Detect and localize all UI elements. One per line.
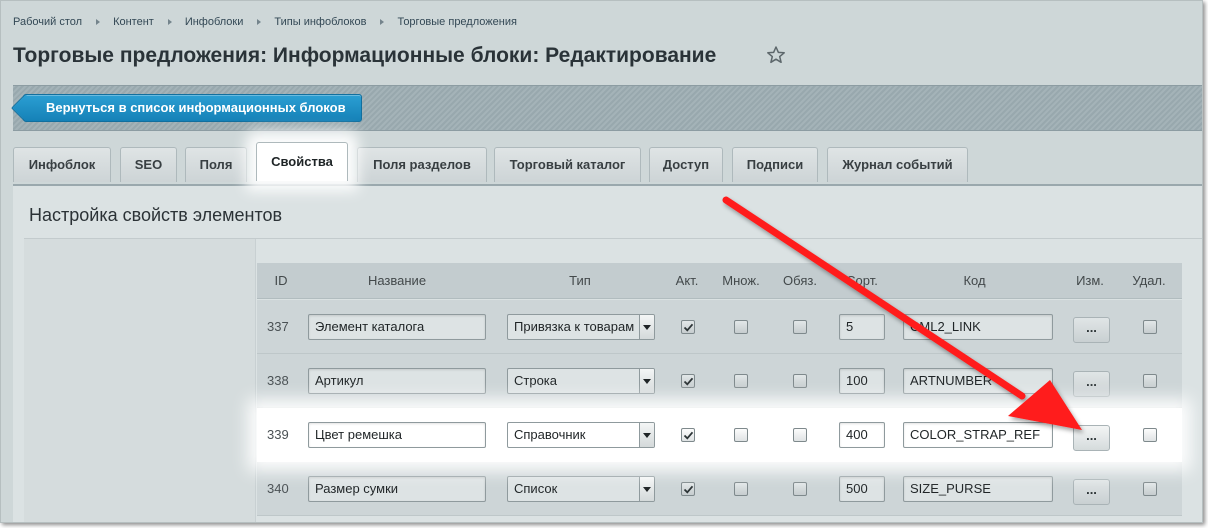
property-name-input[interactable]: Элемент каталога bbox=[308, 314, 486, 340]
property-name-input[interactable]: Артикул bbox=[308, 368, 486, 394]
back-to-list-button[interactable]: Вернуться в список информационных блоков bbox=[23, 94, 362, 122]
active-checkbox[interactable] bbox=[681, 482, 695, 496]
column-header-code: Код bbox=[963, 273, 986, 288]
chevron-down-icon bbox=[639, 369, 654, 393]
breadcrumb-item-iblocks[interactable]: Инфоблоки bbox=[185, 16, 244, 28]
code-input[interactable]: SIZE_PURSE bbox=[903, 476, 1053, 502]
tab-seo[interactable]: SEO bbox=[120, 147, 177, 182]
active-checkbox[interactable] bbox=[681, 428, 695, 442]
breadcrumb-separator-icon bbox=[167, 19, 172, 25]
property-name-input[interactable]: Размер сумки bbox=[308, 476, 486, 502]
properties-table: ID Название Тип Акт. Множ. Обяз. Сорт. К… bbox=[257, 263, 1182, 522]
check-mark-icon bbox=[683, 431, 694, 440]
required-checkbox[interactable] bbox=[793, 374, 807, 388]
property-type-value: Привязка к товарам bbox=[514, 319, 635, 334]
breadcrumb-separator-icon bbox=[257, 19, 262, 25]
multiple-checkbox[interactable] bbox=[734, 320, 748, 334]
multiple-checkbox[interactable] bbox=[734, 482, 748, 496]
breadcrumb-item-offers[interactable]: Торговые предложения bbox=[397, 16, 516, 28]
tab-properties[interactable]: Свойства bbox=[256, 142, 348, 181]
edit-property-button[interactable]: ... bbox=[1073, 317, 1110, 343]
edit-property-button[interactable]: ... bbox=[1073, 371, 1110, 397]
check-mark-icon bbox=[683, 485, 694, 494]
breadcrumb-separator-icon bbox=[380, 19, 385, 25]
tab-access[interactable]: Доступ bbox=[649, 147, 723, 182]
tab-captions[interactable]: Подписи bbox=[732, 147, 818, 182]
chevron-down-icon bbox=[639, 477, 654, 501]
breadcrumb-item-iblock-types[interactable]: Типы инфоблоков bbox=[274, 16, 366, 28]
sort-input[interactable]: 5 bbox=[839, 314, 885, 340]
column-header-name: Название bbox=[367, 273, 427, 288]
column-header-required: Обяз. bbox=[783, 273, 817, 288]
chevron-down-icon bbox=[639, 315, 654, 339]
property-id: 340 bbox=[267, 481, 289, 496]
check-mark-icon bbox=[683, 323, 694, 332]
column-header-edit: Изм. bbox=[1076, 273, 1104, 288]
multiple-checkbox[interactable] bbox=[734, 374, 748, 388]
table-row: 337 Элемент каталога Привязка к товарам … bbox=[257, 300, 1182, 354]
table-row: 338 Артикул Строка 100 ARTNUMBER ... bbox=[257, 354, 1182, 408]
left-spacer bbox=[24, 239, 256, 522]
star-icon[interactable] bbox=[766, 45, 786, 65]
table-header: ID Название Тип Акт. Множ. Обяз. Сорт. К… bbox=[257, 263, 1182, 299]
required-checkbox[interactable] bbox=[793, 320, 807, 334]
code-input[interactable]: ARTNUMBER bbox=[903, 368, 1053, 394]
property-id: 338 bbox=[267, 373, 289, 388]
active-checkbox[interactable] bbox=[681, 320, 695, 334]
property-type-value: Справочник bbox=[514, 427, 586, 442]
back-to-list-label: Вернуться в список информационных блоков bbox=[46, 100, 346, 115]
property-id: 337 bbox=[267, 319, 289, 334]
section-title: Настройка свойств элементов bbox=[29, 205, 283, 225]
column-header-delete: Удал. bbox=[1132, 273, 1166, 288]
property-type-select[interactable]: Привязка к товарам bbox=[507, 314, 655, 340]
sort-input[interactable]: 500 bbox=[839, 476, 885, 502]
active-checkbox[interactable] bbox=[681, 374, 695, 388]
code-input[interactable]: COLOR_STRAP_REF bbox=[903, 422, 1053, 448]
property-name-input[interactable]: Цвет ремешка bbox=[308, 422, 486, 448]
delete-checkbox[interactable] bbox=[1143, 482, 1157, 496]
column-header-sort: Сорт. bbox=[846, 273, 878, 288]
tab-trade-catalog[interactable]: Торговый каталог bbox=[494, 147, 641, 182]
delete-checkbox[interactable] bbox=[1143, 320, 1157, 334]
breadcrumb: Рабочий стол Контент Инфоблоки Типы инфо… bbox=[13, 15, 517, 29]
property-type-value: Строка bbox=[514, 373, 558, 388]
tab-infoblock[interactable]: Инфоблок bbox=[13, 147, 111, 182]
edit-property-button[interactable]: ... bbox=[1073, 479, 1110, 505]
table-row: 340 Размер сумки Список 500 SIZE_PURSE .… bbox=[257, 462, 1182, 516]
breadcrumb-item-desktop[interactable]: Рабочий стол bbox=[13, 16, 82, 28]
property-type-select[interactable]: Строка bbox=[507, 368, 655, 394]
breadcrumb-separator-icon bbox=[96, 19, 101, 25]
sort-input[interactable]: 400 bbox=[839, 422, 885, 448]
table-row-highlighted: 339 Цвет ремешка Справочник 400 COLOR_ST… bbox=[257, 408, 1182, 462]
tab-fields[interactable]: Поля bbox=[185, 147, 247, 182]
required-checkbox[interactable] bbox=[793, 482, 807, 496]
column-header-active: Акт. bbox=[675, 273, 699, 288]
column-header-id: ID bbox=[274, 273, 288, 288]
column-header-type: Тип bbox=[569, 273, 591, 288]
property-type-select[interactable]: Справочник bbox=[507, 422, 655, 448]
required-checkbox[interactable] bbox=[793, 428, 807, 442]
admin-window: Рабочий стол Контент Инфоблоки Типы инфо… bbox=[0, 0, 1203, 523]
code-input[interactable]: CML2_LINK bbox=[903, 314, 1053, 340]
property-id: 339 bbox=[267, 427, 289, 442]
column-header-multiple: Множ. bbox=[722, 273, 760, 288]
tab-content-panel: Настройка свойств элементов ID Название … bbox=[13, 186, 1202, 522]
breadcrumb-item-content[interactable]: Контент bbox=[113, 16, 154, 28]
page-title: Торговые предложения: Информационные бло… bbox=[13, 44, 717, 67]
tab-section-fields[interactable]: Поля разделов bbox=[357, 147, 487, 182]
multiple-checkbox[interactable] bbox=[734, 428, 748, 442]
delete-checkbox[interactable] bbox=[1143, 374, 1157, 388]
edit-property-button[interactable]: ... bbox=[1073, 425, 1110, 451]
property-type-select[interactable]: Список bbox=[507, 476, 655, 502]
property-type-value: Список bbox=[514, 481, 558, 496]
tab-event-log[interactable]: Журнал событий bbox=[827, 147, 968, 182]
check-mark-icon bbox=[683, 377, 694, 386]
sort-input[interactable]: 100 bbox=[839, 368, 885, 394]
chevron-down-icon bbox=[639, 423, 654, 447]
delete-checkbox[interactable] bbox=[1143, 428, 1157, 442]
toolbar: Вернуться в список информационных блоков bbox=[13, 85, 1202, 131]
